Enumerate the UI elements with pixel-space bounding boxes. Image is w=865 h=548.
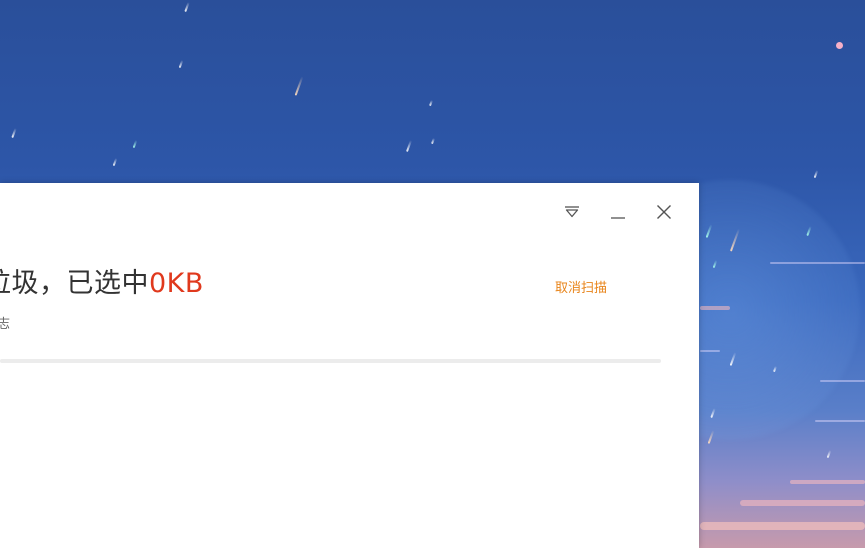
status-title-prefix: 垃圾，已选中 [0,268,149,299]
scan-progress-bar [0,359,661,363]
scan-status-subtitle: 志 [0,317,11,332]
dropdown-triangle-icon[interactable] [559,199,585,225]
cancel-scan-link[interactable]: 取消扫描 [555,277,607,296]
scan-status-title: 垃圾，已选中0KB [0,261,204,300]
cleanup-dialog: 垃圾，已选中0KB 志 取消扫描 [0,183,699,548]
close-icon[interactable] [651,199,677,225]
minimize-icon[interactable] [605,199,631,225]
selected-size-value: 0KB [149,268,204,299]
window-controls [559,199,677,225]
